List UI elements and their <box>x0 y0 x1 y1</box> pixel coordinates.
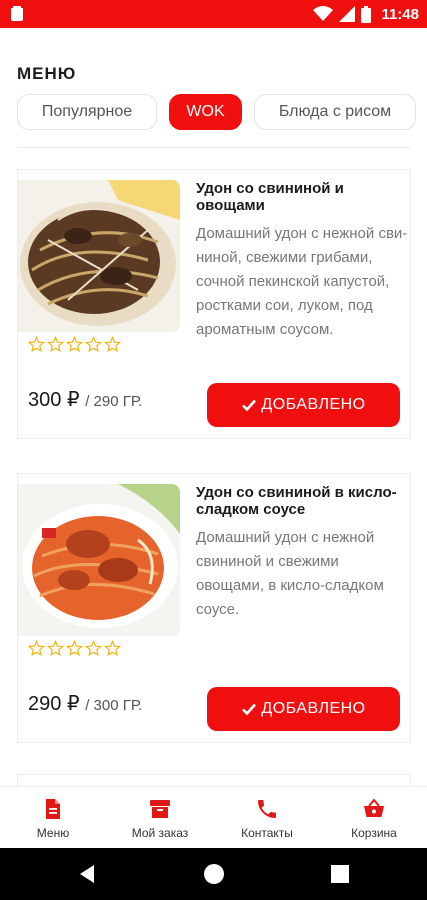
home-icon[interactable] <box>202 862 226 886</box>
phone-icon <box>258 800 276 818</box>
button-label: ДОБАВЛЕНО <box>261 700 366 717</box>
tab-popular[interactable]: Популярное <box>17 94 157 130</box>
star-icon[interactable] <box>28 640 45 657</box>
weight: / 300 ГР. <box>85 697 143 714</box>
star-icon[interactable] <box>66 640 83 657</box>
price: 300 ₽ / 290 ГР. <box>28 387 142 412</box>
star-icon[interactable] <box>47 336 64 353</box>
document-icon <box>46 799 60 819</box>
nav-item-my-order[interactable]: Мой заказ <box>107 787 213 849</box>
star-icon[interactable] <box>85 640 102 657</box>
nav-label: Корзина <box>351 826 397 840</box>
wifi-icon <box>313 6 334 21</box>
dish-description: Домашний удон с нежной сви- ниной, свежи… <box>196 225 408 338</box>
notification-icon <box>11 6 23 21</box>
weight: / 290 ГР. <box>85 393 143 410</box>
product-card[interactable]: Удон со свининой и овощами Домашний удон… <box>17 169 411 439</box>
star-icon[interactable] <box>104 640 121 657</box>
dish-photo <box>18 180 180 332</box>
clock: 11:48 <box>381 5 419 23</box>
system-navigation-bar <box>0 848 427 900</box>
basket-icon <box>364 798 384 817</box>
price: 290 ₽ / 300 ГР. <box>28 691 142 716</box>
category-tabs: Популярное WOK Блюда с рисом <box>17 94 427 130</box>
check-icon <box>242 703 257 716</box>
signal-icon <box>339 6 356 22</box>
star-icon[interactable] <box>66 336 83 353</box>
status-bar: 11:48 <box>0 0 427 28</box>
tab-rice-dishes[interactable]: Блюда с рисом <box>254 94 416 130</box>
nav-item-menu[interactable]: Меню <box>0 787 106 849</box>
added-button[interactable]: ДОБАВЛЕНО <box>207 687 400 731</box>
price-value: 290 ₽ <box>28 693 80 715</box>
nav-item-contacts[interactable]: Контакты <box>214 787 320 849</box>
dish-description: Домашний удон с нежной свининой и свежим… <box>196 529 384 618</box>
tabs-divider <box>17 147 410 148</box>
dish-name: Удон со свининой в кисло-сладком соусе <box>196 484 397 518</box>
nav-item-cart[interactable]: Корзина <box>321 787 427 849</box>
recents-icon[interactable] <box>328 862 352 886</box>
back-icon[interactable] <box>76 862 100 886</box>
rating-stars[interactable] <box>28 640 121 657</box>
star-icon[interactable] <box>47 640 64 657</box>
page-title: МЕНЮ <box>17 64 77 83</box>
nav-label: Меню <box>36 826 70 840</box>
nav-label: Контакты <box>241 826 293 840</box>
price-value: 300 ₽ <box>28 389 80 411</box>
nav-label: Мой заказ <box>131 826 189 840</box>
star-icon[interactable] <box>28 336 45 353</box>
added-button[interactable]: ДОБАВЛЕНО <box>207 383 400 427</box>
dish-photo <box>18 484 180 636</box>
star-icon[interactable] <box>104 336 121 353</box>
battery-icon <box>361 5 372 23</box>
check-icon <box>242 399 257 412</box>
button-label: ДОБАВЛЕНО <box>261 396 366 413</box>
bottom-navigation: Меню Мой заказ Контакты Корзина <box>0 786 427 848</box>
rating-stars[interactable] <box>28 336 121 353</box>
star-icon[interactable] <box>85 336 102 353</box>
dish-name: Удон со свининой и овощами <box>196 180 344 214</box>
tab-wok[interactable]: WOK <box>169 94 242 130</box>
archive-box-icon <box>150 800 170 818</box>
product-card[interactable]: Удон со свининой в кисло-сладком соусе Д… <box>17 473 411 743</box>
